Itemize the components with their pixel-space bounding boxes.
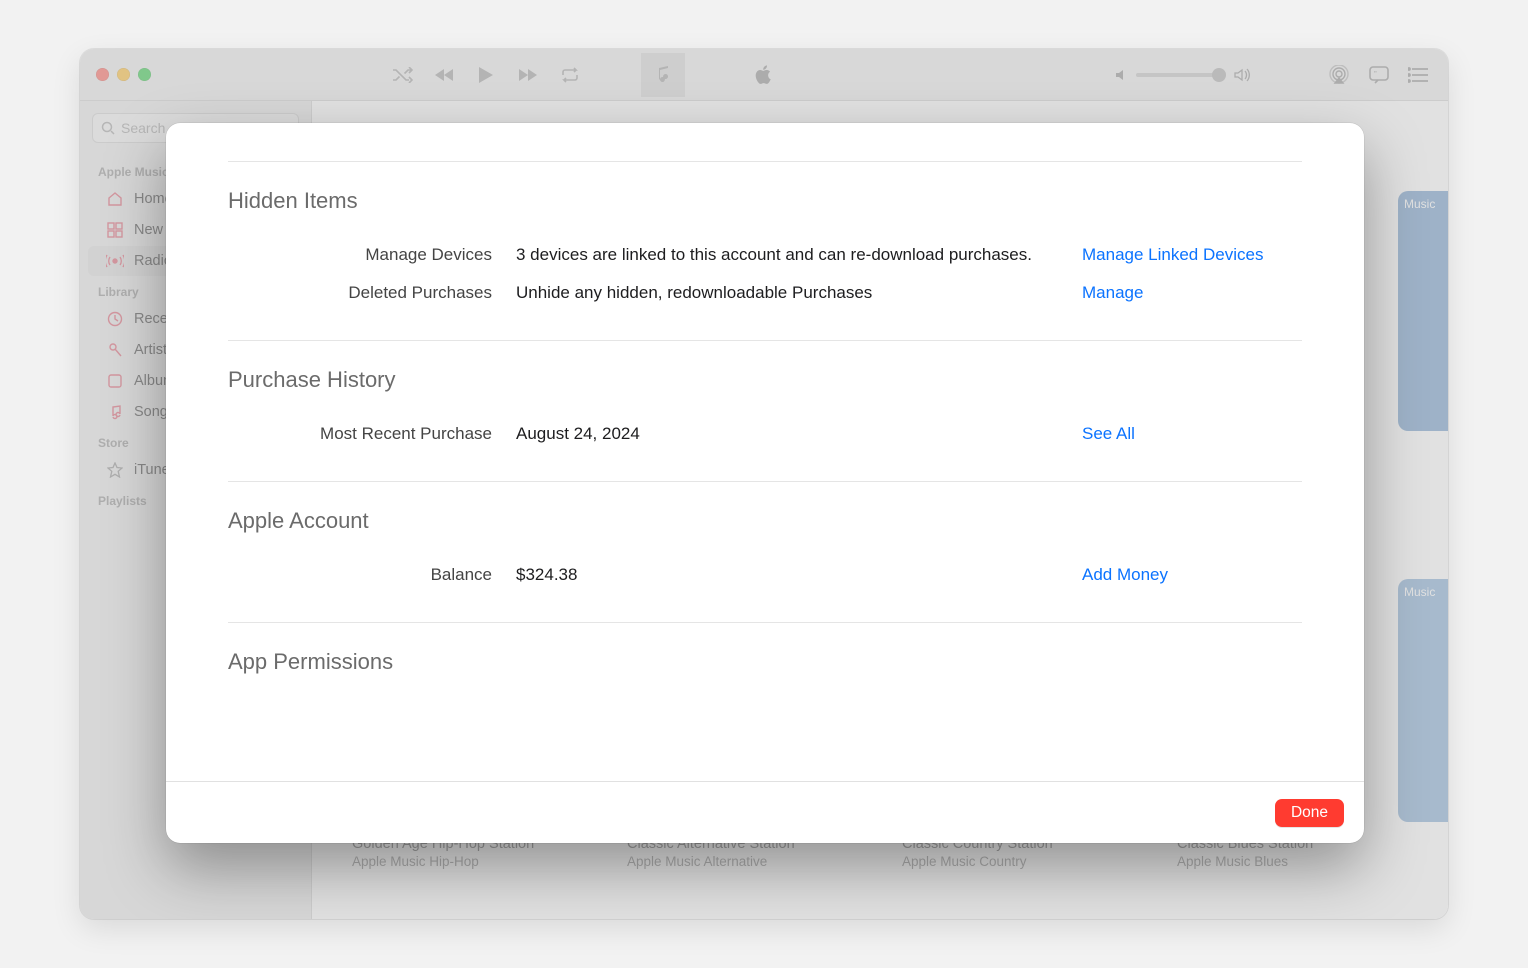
row-value: Unhide any hidden, redownloadable Purcha… [516, 283, 1082, 303]
add-money-link[interactable]: Add Money [1082, 565, 1168, 584]
radio-icon [106, 252, 124, 270]
row-most-recent-purchase: Most Recent Purchase August 24, 2024 See… [228, 415, 1302, 453]
now-playing-thumbnail[interactable] [641, 53, 685, 97]
clock-icon [106, 310, 124, 328]
row-value: 3 devices are linked to this account and… [516, 245, 1082, 265]
minimize-window-button[interactable] [117, 68, 130, 81]
bg-tile-2: Music [1398, 579, 1448, 822]
fullscreen-window-button[interactable] [138, 68, 151, 81]
window-controls [80, 68, 151, 81]
row-manage-devices: Manage Devices 3 devices are linked to t… [228, 236, 1302, 274]
row-label: Most Recent Purchase [228, 424, 516, 444]
search-placeholder: Search [121, 120, 165, 136]
bg-tile-1: Music [1398, 191, 1448, 431]
airplay-icon[interactable] [1328, 65, 1350, 85]
see-all-link[interactable]: See All [1082, 424, 1135, 443]
section-title: Purchase History [228, 367, 1302, 393]
row-value: $324.38 [516, 565, 1082, 585]
toolbar: ” [80, 49, 1448, 101]
previous-track-icon[interactable] [433, 64, 455, 86]
play-icon[interactable] [475, 64, 497, 86]
album-icon [106, 372, 124, 390]
modal-footer: Done [166, 781, 1364, 843]
section-title: Apple Account [228, 508, 1302, 534]
mic-icon [106, 341, 124, 359]
row-balance: Balance $324.38 Add Money [228, 556, 1302, 594]
manage-linked-devices-link[interactable]: Manage Linked Devices [1082, 245, 1263, 264]
volume-high-icon [1234, 68, 1250, 82]
shuffle-icon[interactable] [391, 64, 413, 86]
volume-slider[interactable] [1136, 73, 1226, 77]
row-deleted-purchases: Deleted Purchases Unhide any hidden, red… [228, 274, 1302, 312]
grid-icon [106, 221, 124, 239]
svg-text:”: ” [1374, 70, 1377, 79]
search-icon [101, 121, 115, 135]
section-title: App Permissions [228, 649, 1302, 675]
note-icon [106, 403, 124, 421]
lyrics-icon[interactable]: ” [1368, 65, 1390, 85]
volume-low-icon [1114, 68, 1128, 82]
manage-hidden-link[interactable]: Manage [1082, 283, 1143, 302]
row-label: Deleted Purchases [228, 283, 516, 303]
home-icon [106, 190, 124, 208]
section-hidden-items: Hidden Items Manage Devices 3 devices ar… [228, 161, 1302, 340]
app-window: ” Search Apple Music Home New Radio Libr… [80, 49, 1448, 919]
done-button[interactable]: Done [1275, 799, 1344, 827]
section-purchase-history: Purchase History Most Recent Purchase Au… [228, 340, 1302, 481]
row-label: Manage Devices [228, 245, 516, 265]
row-label: Balance [228, 565, 516, 585]
close-window-button[interactable] [96, 68, 109, 81]
apple-logo-icon [754, 64, 774, 86]
list-icon[interactable] [1408, 66, 1430, 84]
next-track-icon[interactable] [517, 64, 539, 86]
section-app-permissions: App Permissions [228, 622, 1302, 703]
repeat-icon[interactable] [559, 64, 581, 86]
star-icon [106, 461, 124, 479]
account-info-modal: Hidden Items Manage Devices 3 devices ar… [166, 123, 1364, 843]
volume-control[interactable] [1114, 68, 1250, 82]
section-title: Hidden Items [228, 188, 1302, 214]
row-value: August 24, 2024 [516, 424, 1082, 444]
section-apple-account: Apple Account Balance $324.38 Add Money [228, 481, 1302, 622]
